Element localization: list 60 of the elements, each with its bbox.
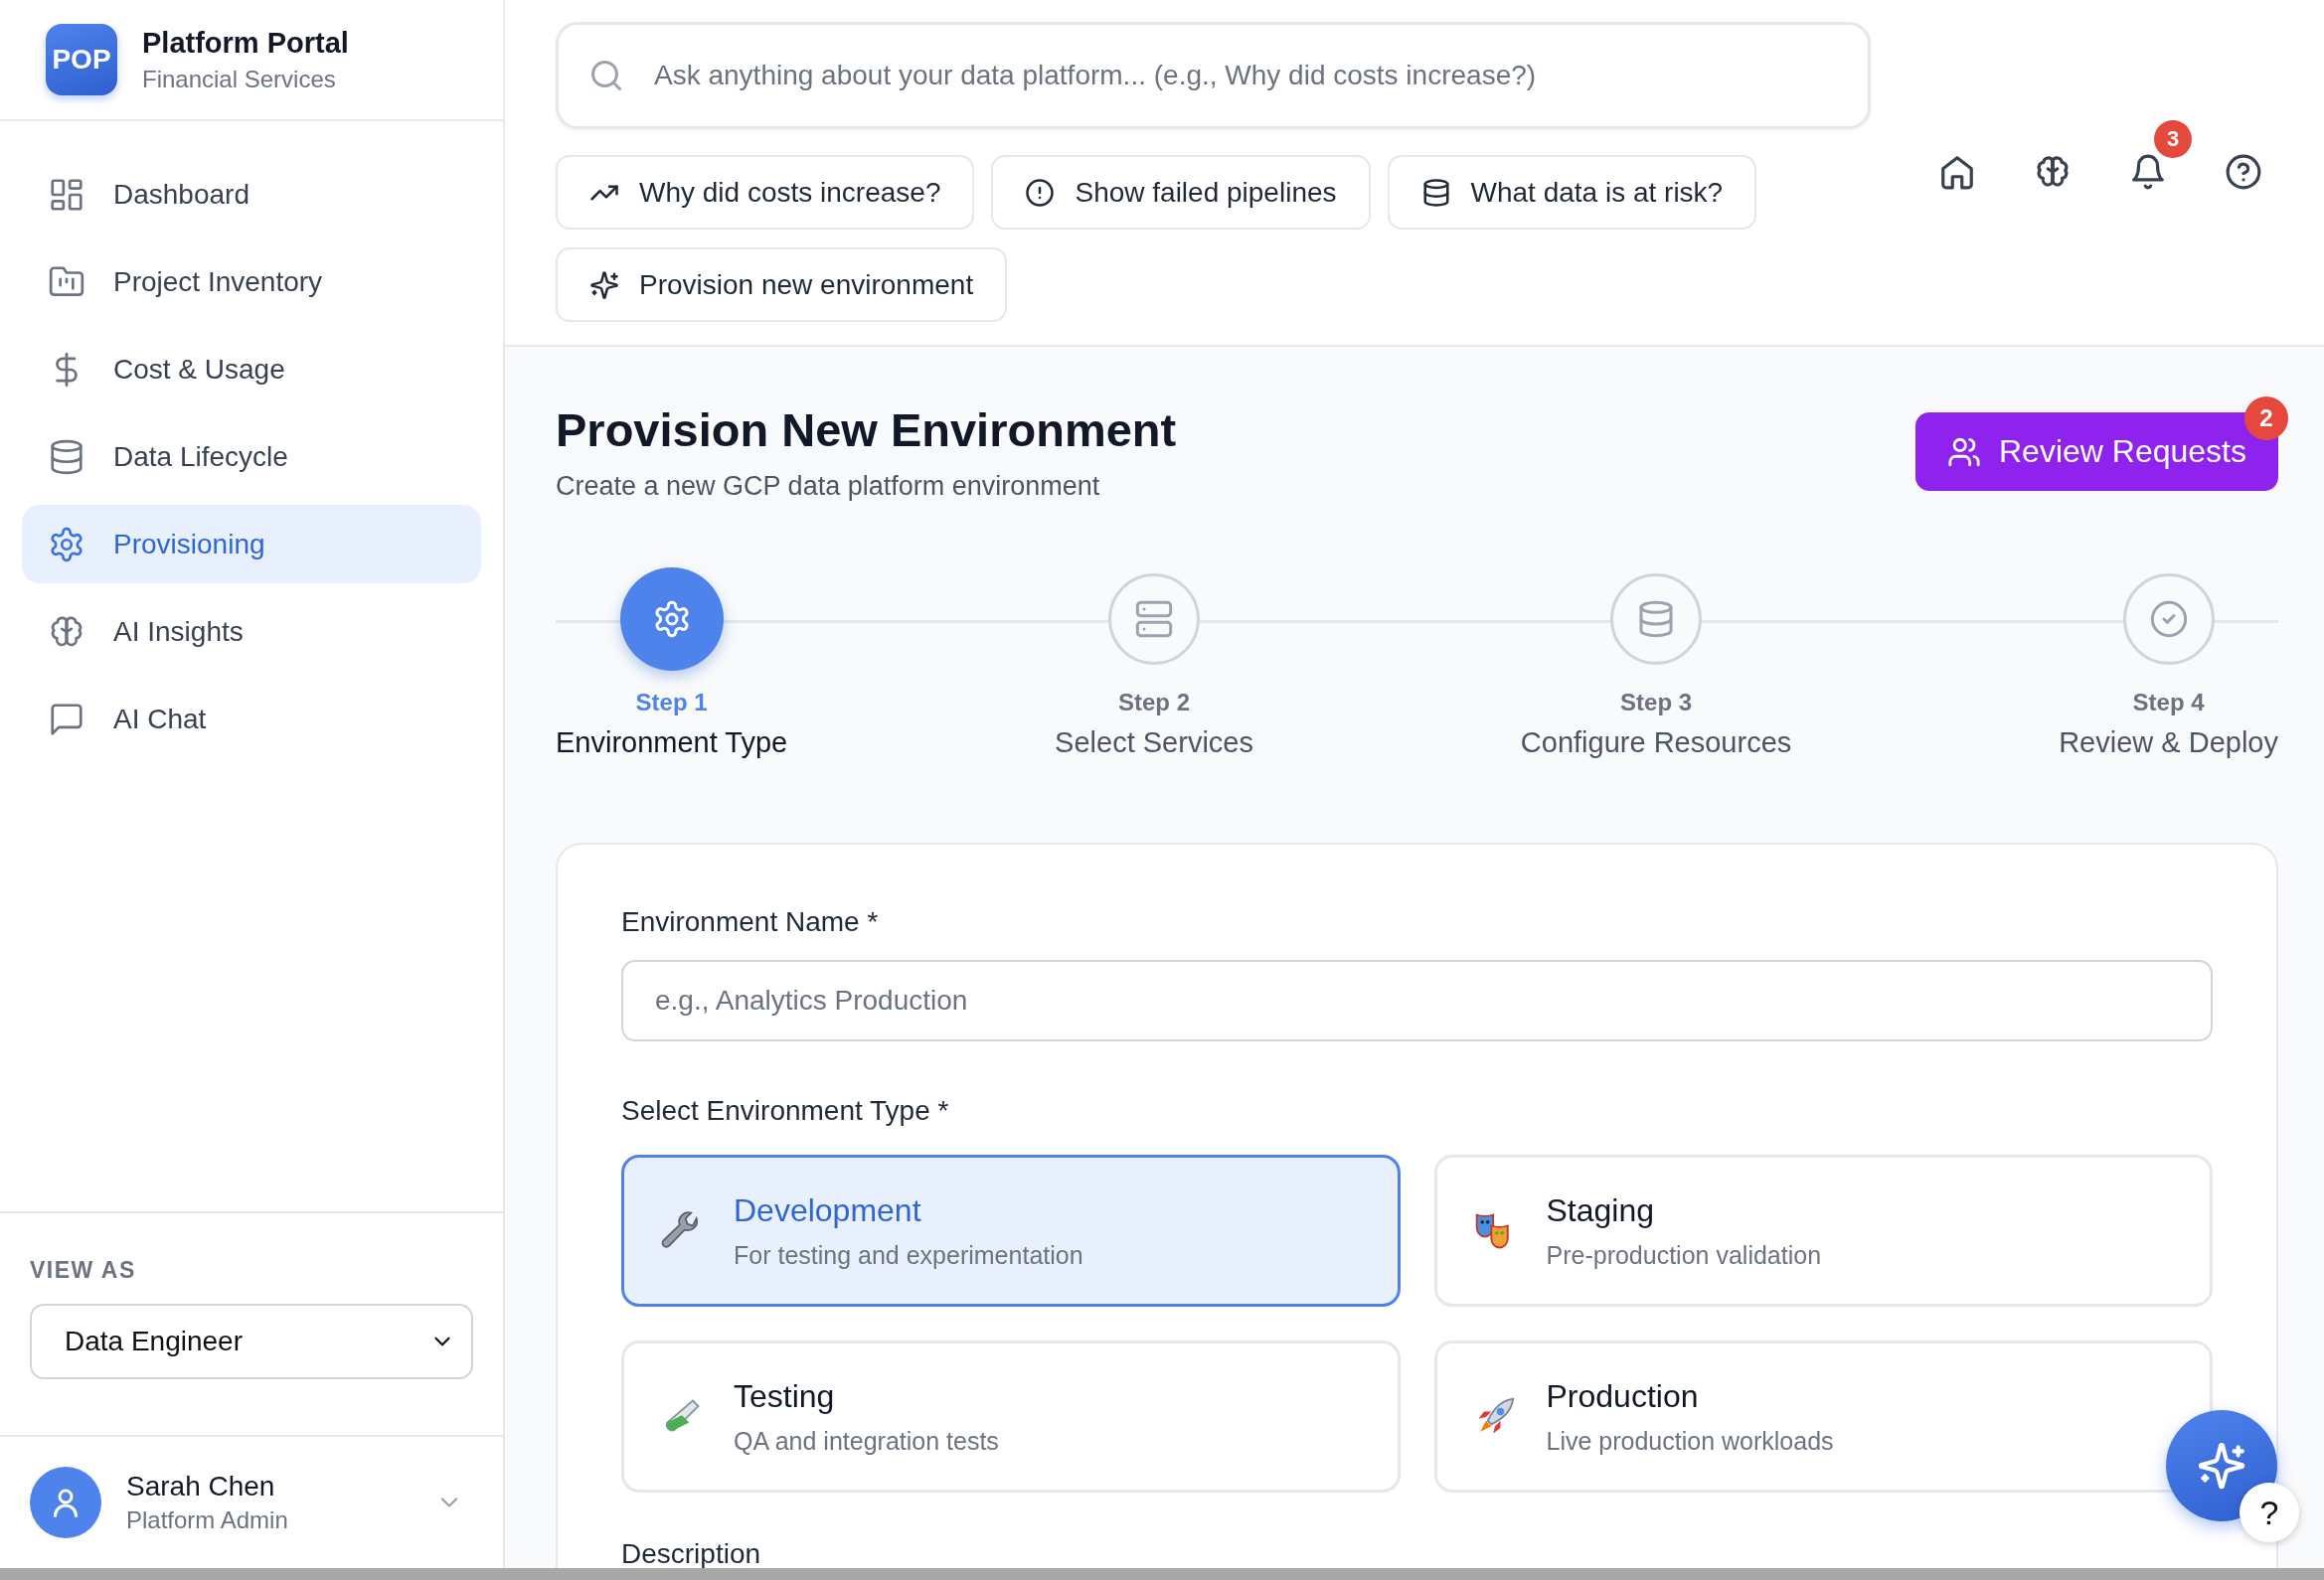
suggestion-chip[interactable]: What data is at risk? [1387,155,1757,230]
alert-icon [1025,177,1056,208]
nav-item[interactable]: Provisioning [22,505,481,583]
search-input[interactable]: Ask anything about your data platform... (e.g., Why did costs increase?) [652,59,1838,92]
step-number: Step 2 [1118,689,1191,716]
user-name: Sarah Chen [126,1471,276,1502]
option-description: For testing and experimentation [734,1240,1083,1270]
app-subtitle: Financial Services [142,65,337,93]
sparkles-icon [589,269,619,300]
option-title: Testing [734,1377,836,1415]
home-icon [1938,153,1976,191]
step-title: Review & Deploy [2059,726,2278,759]
environment-name-field[interactable]: e.g., Analytics Production [621,960,2213,1041]
settings-icon [48,525,85,563]
suggestion-chip[interactable]: Why did costs increase? [556,155,975,230]
nav-item[interactable]: AI Chat [22,680,481,758]
suggestion-chip[interactable]: Show failed pipelines [991,155,1371,230]
notification-count: 3 [2154,120,2192,158]
page-title: Provision New Environment [556,402,1177,457]
environment-type-option[interactable]: Staging Pre-production validation [1433,1155,2213,1307]
view-as-label: VIEW AS [30,1257,137,1284]
step-title: Environment Type [556,726,788,759]
check-circle-icon [2148,599,2189,639]
option-description: QA and integration tests [734,1426,999,1456]
step-title: Select Services [1055,726,1253,759]
option-title: Staging [1546,1191,1656,1229]
environment-type-option[interactable]: Production Live production workloads [1433,1341,2213,1493]
database-icon [48,437,85,476]
step-number: Step 4 [2132,689,2205,716]
app-logo: POP [46,24,117,95]
field-label: Description [621,1538,762,1570]
notifications-icon [2129,153,2167,191]
search-icon [588,58,624,93]
field-label: Environment Name * [621,906,880,938]
sparkles-icon [2197,1441,2246,1491]
nav-item[interactable]: AI Insights [22,592,481,671]
nav-item[interactable]: Dashboard [22,155,481,234]
help-icon [2225,153,2262,191]
search-field[interactable]: Ask anything about your data platform... (e.g., Why did costs increase?) [556,22,1871,129]
request-count: 2 [2244,396,2288,440]
nav-item[interactable]: Data Lifecycle [22,417,481,496]
nav-item[interactable]: Project Inventory [22,242,481,321]
suggestion-chip[interactable]: Provision new environment [556,247,1008,322]
server-icon [1134,599,1175,639]
environment-type-option[interactable]: Development For testing and experimentation [621,1155,1401,1307]
field-label: Select Environment Type * [621,1095,950,1127]
page-subtitle: Create a new GCP data platform environment [556,471,1101,502]
option-description: Pre-production validation [1546,1240,1822,1270]
option-title: Production [1546,1377,1700,1415]
user-role: Platform Admin [126,1506,289,1534]
step-title: Configure Resources [1520,726,1792,759]
option-title: Development [734,1191,922,1229]
option-description: Live production workloads [1546,1426,1834,1456]
step-number: Step 1 [635,689,708,716]
step-indicator[interactable] [619,567,724,671]
app-title: Platform Portal [142,26,349,60]
environment-type-option[interactable]: Testing QA and integration tests [621,1341,1401,1493]
step-number: Step 3 [1620,689,1693,716]
nav-item[interactable]: Cost & Usage [22,330,481,408]
role-select[interactable]: Data Engineer [30,1304,473,1379]
